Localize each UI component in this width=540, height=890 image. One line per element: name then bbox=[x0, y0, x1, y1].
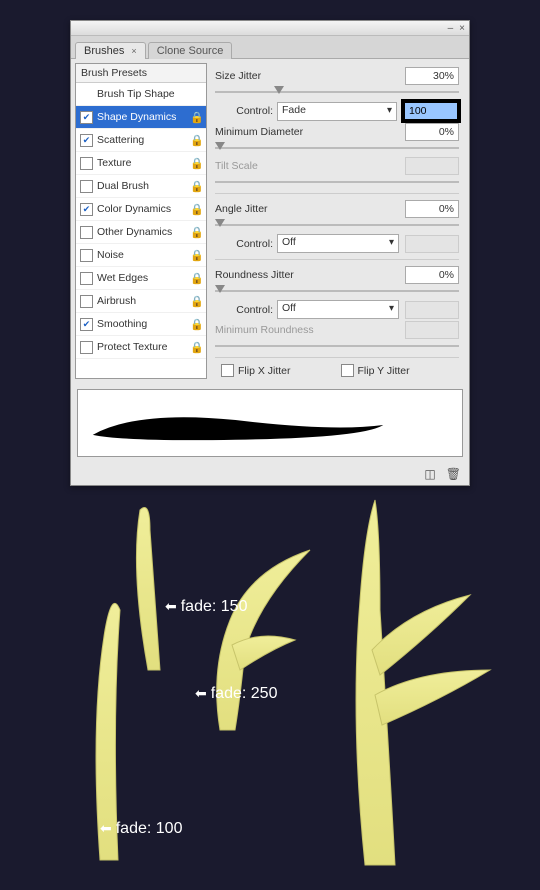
lock-icon[interactable]: 🔒 bbox=[190, 111, 202, 124]
roundness-control-label: Control: bbox=[215, 304, 273, 316]
tab-brushes[interactable]: Brushes × bbox=[75, 42, 146, 59]
checkbox-icon[interactable] bbox=[80, 272, 93, 285]
sidebar-item-smoothing[interactable]: ✔ Smoothing🔒 bbox=[76, 313, 206, 336]
angle-control-select[interactable]: Off bbox=[277, 234, 399, 253]
sidebar-item-wet-edges[interactable]: Wet Edges🔒 bbox=[76, 267, 206, 290]
sidebar-item-label: Other Dynamics bbox=[97, 226, 190, 238]
brush-presets-header[interactable]: Brush Presets bbox=[76, 64, 206, 83]
min-roundness-slider bbox=[215, 341, 459, 351]
sidebar-item-label: Scattering bbox=[97, 134, 190, 146]
angle-control-label: Control: bbox=[215, 238, 273, 250]
size-jitter-value[interactable]: 30% bbox=[405, 67, 459, 85]
sidebar-item-label: Shape Dynamics bbox=[97, 111, 190, 123]
size-jitter-label: Size Jitter bbox=[215, 70, 405, 82]
lock-icon[interactable]: 🔒 bbox=[190, 249, 202, 262]
sidebar-item-label: Dual Brush bbox=[97, 180, 190, 192]
sidebar-item-dual-brush[interactable]: Dual Brush🔒 bbox=[76, 175, 206, 198]
lock-icon[interactable]: 🔒 bbox=[190, 295, 202, 308]
checkbox-icon[interactable] bbox=[80, 341, 93, 354]
min-roundness-value bbox=[405, 321, 459, 339]
tilt-scale-value bbox=[405, 157, 459, 175]
angle-jitter-slider[interactable] bbox=[215, 220, 459, 230]
sidebar-item-shape-dynamics[interactable]: ✔ Shape Dynamics🔒 bbox=[76, 106, 206, 129]
angle-control-value-box bbox=[405, 235, 459, 253]
sidebar-item-label: Airbrush bbox=[97, 295, 190, 307]
checkbox-icon[interactable]: ✔ bbox=[80, 203, 93, 216]
min-roundness-label: Minimum Roundness bbox=[215, 324, 405, 336]
lock-icon[interactable]: 🔒 bbox=[190, 226, 202, 239]
brush-options-list: Brush Presets Brush Tip Shape🔒✔Shape Dyn… bbox=[75, 63, 207, 379]
checkbox-icon bbox=[341, 364, 354, 377]
roundness-control-select[interactable]: Off bbox=[277, 300, 399, 319]
roundness-control-value-box bbox=[405, 301, 459, 319]
sidebar-item-label: Smoothing bbox=[97, 318, 190, 330]
sidebar-item-brush-tip-shape[interactable]: Brush Tip Shape🔒 bbox=[76, 83, 206, 106]
flip-y-label: Flip Y Jitter bbox=[358, 365, 410, 377]
close-icon[interactable]: × bbox=[459, 23, 465, 34]
tilt-scale-slider bbox=[215, 177, 459, 187]
roundness-jitter-value[interactable]: 0% bbox=[405, 266, 459, 284]
checkbox-icon[interactable] bbox=[80, 180, 93, 193]
tab-clone-source[interactable]: Clone Source bbox=[148, 42, 233, 59]
angle-jitter-label: Angle Jitter bbox=[215, 203, 405, 215]
checkbox-icon[interactable] bbox=[80, 226, 93, 239]
flip-y-checkbox[interactable]: Flip Y Jitter bbox=[341, 364, 410, 377]
tab-clone-source-label: Clone Source bbox=[157, 45, 224, 57]
sidebar-item-other-dynamics[interactable]: Other Dynamics🔒 bbox=[76, 221, 206, 244]
sidebar-item-airbrush[interactable]: Airbrush🔒 bbox=[76, 290, 206, 313]
tilt-scale-label: Tilt Scale bbox=[215, 160, 405, 172]
sidebar-item-label: Texture bbox=[97, 157, 190, 169]
lock-icon[interactable]: 🔒 bbox=[190, 318, 202, 331]
annotation-fade-100: fade: 100 bbox=[100, 820, 182, 838]
checkbox-icon[interactable] bbox=[80, 249, 93, 262]
shape-dynamics-controls: Size Jitter 30% Control: Fade 100 Minimu… bbox=[207, 63, 465, 379]
titlebar: – × bbox=[71, 21, 469, 36]
annotation-fade-150: fade: 150 bbox=[165, 598, 247, 616]
roundness-jitter-label: Roundness Jitter bbox=[215, 269, 405, 281]
sidebar-item-label: Brush Tip Shape bbox=[97, 88, 190, 100]
lock-icon[interactable]: 🔒 bbox=[190, 134, 202, 147]
lock-icon[interactable]: 🔒 bbox=[190, 341, 202, 354]
sidebar-item-label: Color Dynamics bbox=[97, 203, 190, 215]
tab-brushes-label: Brushes bbox=[84, 45, 124, 57]
sidebar-item-texture[interactable]: Texture🔒 bbox=[76, 152, 206, 175]
checkbox-icon[interactable] bbox=[80, 295, 93, 308]
min-diameter-value[interactable]: 0% bbox=[405, 123, 459, 141]
flip-x-checkbox[interactable]: Flip X Jitter bbox=[221, 364, 291, 377]
lock-icon[interactable]: 🔒 bbox=[190, 180, 202, 193]
tab-close-icon[interactable]: × bbox=[131, 46, 136, 56]
checkbox-icon[interactable]: ✔ bbox=[80, 134, 93, 147]
lock-icon[interactable]: 🔒 bbox=[190, 203, 202, 216]
checkbox-icon[interactable]: ✔ bbox=[80, 111, 93, 124]
lock-icon[interactable]: 🔒 bbox=[190, 272, 202, 285]
sidebar-item-protect-texture[interactable]: Protect Texture🔒 bbox=[76, 336, 206, 359]
sidebar-item-label: Protect Texture bbox=[97, 341, 190, 353]
size-jitter-slider[interactable] bbox=[215, 87, 459, 97]
sidebar-item-scattering[interactable]: ✔ Scattering🔒 bbox=[76, 129, 206, 152]
brush-preview bbox=[77, 389, 463, 457]
size-fade-input[interactable]: 100 bbox=[403, 101, 459, 121]
sidebar-item-noise[interactable]: Noise🔒 bbox=[76, 244, 206, 267]
sidebar-item-color-dynamics[interactable]: ✔ Color Dynamics🔒 bbox=[76, 198, 206, 221]
sidebar-item-label: Noise bbox=[97, 249, 190, 261]
flip-x-label: Flip X Jitter bbox=[238, 365, 291, 377]
angle-jitter-value[interactable]: 0% bbox=[405, 200, 459, 218]
minimize-icon[interactable]: – bbox=[448, 23, 454, 34]
sidebar-item-label: Wet Edges bbox=[97, 272, 190, 284]
roundness-jitter-slider[interactable] bbox=[215, 286, 459, 296]
example-strokes bbox=[0, 470, 540, 890]
min-diameter-label: Minimum Diameter bbox=[215, 126, 405, 138]
checkbox-icon[interactable]: ✔ bbox=[80, 318, 93, 331]
size-control-select[interactable]: Fade bbox=[277, 102, 397, 121]
checkbox-icon[interactable] bbox=[80, 157, 93, 170]
min-diameter-slider[interactable] bbox=[215, 143, 459, 153]
size-control-label: Control: bbox=[215, 105, 273, 117]
lock-icon[interactable]: 🔒 bbox=[190, 157, 202, 170]
annotation-fade-250: fade: 250 bbox=[195, 685, 277, 703]
checkbox-icon bbox=[221, 364, 234, 377]
tab-strip: Brushes × Clone Source bbox=[71, 36, 469, 59]
brushes-panel: – × Brushes × Clone Source Brush Presets… bbox=[70, 20, 470, 486]
